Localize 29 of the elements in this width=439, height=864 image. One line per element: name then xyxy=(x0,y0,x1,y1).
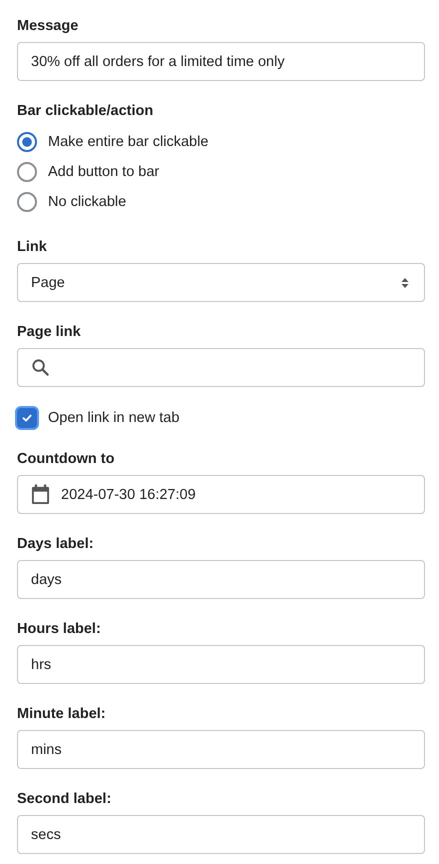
radio-button[interactable] xyxy=(17,162,37,182)
radio-button[interactable] xyxy=(17,192,37,212)
search-field[interactable] xyxy=(17,348,425,387)
field-label: Days label: xyxy=(17,535,95,554)
radio-label: Add button to bar xyxy=(48,164,160,180)
radio-label: No clickable xyxy=(48,194,126,210)
search-icon xyxy=(31,358,50,377)
field-label: Link xyxy=(17,238,48,257)
radio-button[interactable] xyxy=(17,132,37,152)
field-label: Page link xyxy=(17,323,82,342)
radio-label: Make entire bar clickable xyxy=(48,134,208,150)
input-field[interactable]: days xyxy=(17,560,425,599)
check-icon xyxy=(21,412,33,424)
checkbox[interactable] xyxy=(17,408,37,428)
calendar-icon xyxy=(31,484,50,505)
input-field[interactable]: secs xyxy=(17,815,425,854)
input-field[interactable]: 30% off all orders for a limited time only xyxy=(17,42,425,81)
checkbox-label: Open link in new tab xyxy=(48,410,180,426)
field-label: Bar clickable/action xyxy=(17,102,154,121)
input-field[interactable]: mins xyxy=(17,730,425,769)
field-label: Hours label: xyxy=(17,620,102,639)
select-arrows-icon xyxy=(401,276,409,288)
select-field[interactable]: Page xyxy=(17,263,425,302)
field-label: Countdown to xyxy=(17,450,116,469)
field-label: Second label: xyxy=(17,790,112,809)
field-label: Minute label: xyxy=(17,705,107,724)
field-label: Message xyxy=(17,17,80,36)
date-time-field[interactable]: 2024-07-30 16:27:09 xyxy=(17,475,425,514)
input-field[interactable]: hrs xyxy=(17,645,425,684)
